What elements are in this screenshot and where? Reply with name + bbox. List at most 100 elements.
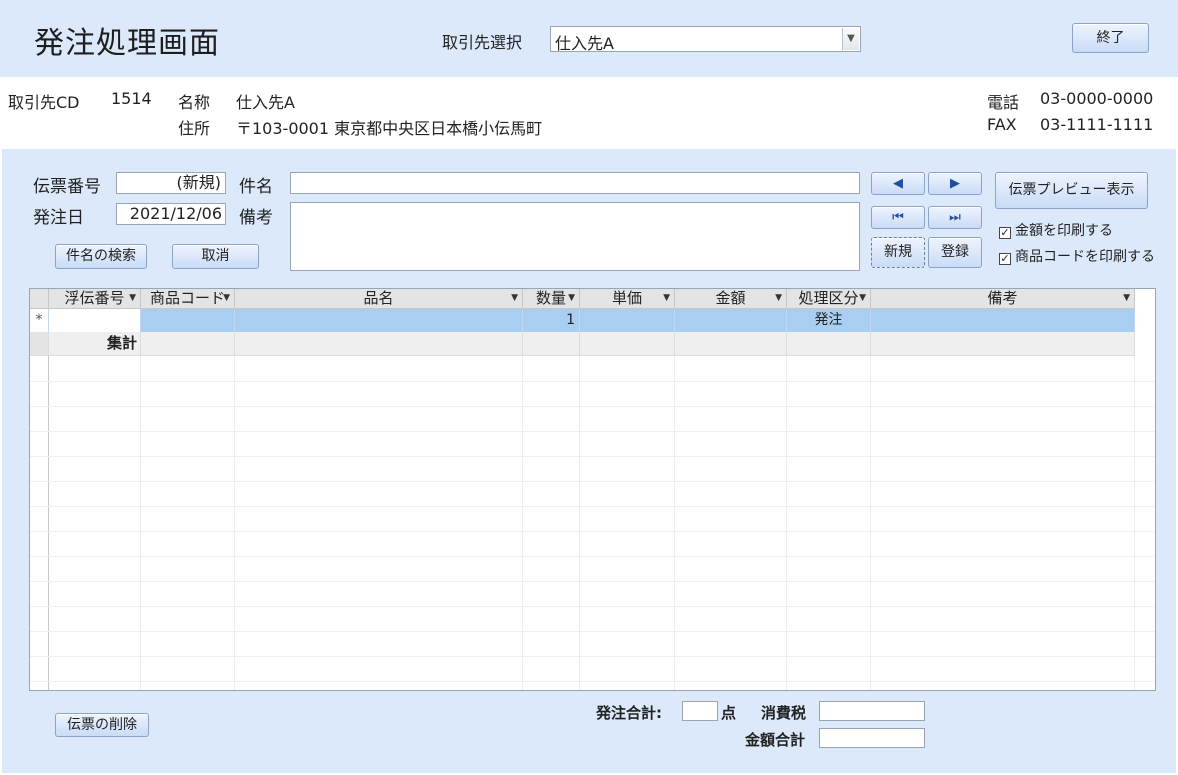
summary-cell (235, 332, 523, 356)
grid-line (30, 681, 1155, 682)
summary-cell (675, 332, 787, 356)
column-header-slip-no[interactable]: 浮伝番号 ▼ (49, 289, 141, 309)
grid-line (30, 531, 1155, 532)
prev-record-button[interactable]: ◀ (871, 172, 925, 195)
grid-cell[interactable] (871, 309, 1135, 332)
delete-voucher-button[interactable]: 伝票の削除 (55, 713, 149, 737)
summary-cell (871, 332, 1135, 356)
supplier-cd-value: 1514 (111, 89, 152, 108)
column-header-label: 備考 (987, 289, 1018, 307)
checkbox-checked-icon[interactable]: ✓ (999, 253, 1011, 265)
supplier-address-label: 住所 (178, 119, 211, 138)
dropdown-arrow-icon[interactable]: ▼ (129, 289, 136, 308)
column-header-unit-price[interactable]: 単価 ▼ (580, 289, 675, 309)
summary-cell (580, 332, 675, 356)
order-date-field[interactable]: 2021/12/06 (116, 203, 226, 225)
checkbox-checked-icon[interactable]: ✓ (999, 227, 1011, 239)
print-code-checkbox[interactable]: ✓ 商品コードを印刷する (999, 246, 1155, 266)
voucher-no-field[interactable]: (新規) (116, 172, 226, 194)
dropdown-arrow-icon[interactable]: ▼ (775, 289, 782, 308)
next-record-button[interactable]: ▶ (928, 172, 982, 195)
grid-line (30, 556, 1155, 557)
column-header-label: 単価 (611, 289, 642, 307)
dropdown-arrow-icon[interactable]: ▼ (511, 289, 518, 308)
grid-line (30, 631, 1155, 632)
grid-line (30, 456, 1155, 457)
search-subject-button[interactable]: 件名の検索 (55, 244, 147, 269)
supplier-fax-value: 03-1111-1111 (1040, 115, 1154, 134)
grid-cell[interactable] (675, 309, 787, 332)
grid-cell-quantity[interactable]: 1 (523, 309, 580, 332)
print-amount-checkbox[interactable]: ✓ 金額を印刷する (999, 220, 1113, 240)
last-record-button[interactable]: ⏭ (928, 206, 982, 229)
summary-cell (523, 332, 580, 356)
preview-button[interactable]: 伝票プレビュー表示 (995, 172, 1148, 209)
supplier-phone-value: 03-0000-0000 (1040, 89, 1154, 108)
cancel-button[interactable]: 取消 (172, 244, 259, 269)
order-total-label: 発注合計: (596, 704, 662, 722)
order-date-label: 発注日 (33, 208, 84, 228)
voucher-no-label: 伝票番号 (33, 177, 101, 197)
summary-cell (787, 332, 871, 356)
dropdown-arrow-icon[interactable]: ▼ (859, 289, 866, 308)
column-header-product-name[interactable]: 品名 ▼ (235, 289, 523, 309)
grid-line (30, 381, 1155, 382)
subject-field[interactable] (290, 172, 860, 194)
subject-label: 件名 (239, 177, 273, 197)
column-header-label: 金額 (715, 289, 746, 307)
supplier-cd-label: 取引先CD (8, 93, 80, 112)
grid-line (30, 506, 1155, 507)
dropdown-arrow-icon[interactable]: ▼ (223, 289, 230, 308)
supplier-phone-label: 電話 (987, 93, 1020, 112)
column-header-label: 処理区分 (798, 289, 859, 307)
first-record-button[interactable]: ⏮ (871, 206, 925, 229)
row-selector (30, 332, 49, 356)
supplier-name-value: 仕入先A (236, 93, 295, 112)
dropdown-arrow-icon[interactable]: ▼ (663, 289, 670, 308)
supplier-fax-label: FAX (987, 115, 1017, 134)
grid-cell[interactable] (235, 309, 523, 332)
last-icon: ⏭ (949, 210, 961, 225)
grid-cell[interactable] (141, 309, 235, 332)
exit-button[interactable]: 終了 (1072, 23, 1149, 53)
tax-label: 消費税 (761, 704, 807, 722)
dropdown-arrow-icon[interactable]: ▼ (1123, 289, 1130, 308)
chevron-down-icon[interactable]: ▼ (842, 28, 859, 50)
column-header-label: 品名 (363, 289, 394, 307)
order-total-field[interactable] (682, 701, 718, 721)
supplier-select[interactable]: 仕入先A ▼ (550, 26, 861, 53)
grid-cell-category[interactable]: 発注 (787, 309, 871, 332)
grid-cell[interactable] (49, 309, 141, 332)
register-button[interactable]: 登録 (928, 237, 982, 268)
page-title: 発注処理画面 (34, 26, 220, 61)
column-header-quantity[interactable]: 数量 ▼ (523, 289, 580, 309)
column-header-product-code[interactable]: 商品コード ▼ (141, 289, 235, 309)
grid-line (30, 581, 1155, 582)
print-amount-label: 金額を印刷する (1015, 223, 1113, 239)
column-header-remarks[interactable]: 備考 ▼ (871, 289, 1135, 309)
remarks-label: 備考 (239, 208, 273, 228)
select-all-corner[interactable] (30, 289, 49, 309)
print-code-label: 商品コードを印刷する (1015, 249, 1155, 265)
grid-line (30, 656, 1155, 657)
grid-cell[interactable] (580, 309, 675, 332)
tax-field[interactable] (819, 701, 925, 721)
grid-line (30, 431, 1155, 432)
supplier-select-value: 仕入先A (555, 34, 614, 53)
dropdown-arrow-icon[interactable]: ▼ (568, 289, 575, 308)
remarks-field[interactable] (290, 202, 860, 271)
column-header-category[interactable]: 処理区分 ▼ (787, 289, 871, 309)
column-header-amount[interactable]: 金額 ▼ (675, 289, 787, 309)
grid-line (30, 481, 1155, 482)
new-button[interactable]: 新規 (871, 237, 925, 268)
amount-total-field[interactable] (819, 728, 925, 748)
summary-label: 集計 (49, 332, 141, 356)
supplier-name-label: 名称 (178, 93, 211, 112)
points-unit: 点 (721, 704, 737, 722)
supplier-address-value: 〒103-0001 東京都中央区日本橋小伝馬町 (236, 119, 543, 138)
column-header-label: 浮伝番号 (64, 289, 125, 307)
grid-line (30, 606, 1155, 607)
order-lines-grid[interactable]: 浮伝番号 ▼ 商品コード ▼ 品名 ▼ 数量 ▼ 単価 ▼ 金額 ▼ 処理区分 ▼ 備考 ▼ *… (29, 288, 1156, 691)
first-icon: ⏮ (892, 210, 904, 225)
summary-cell (141, 332, 235, 356)
